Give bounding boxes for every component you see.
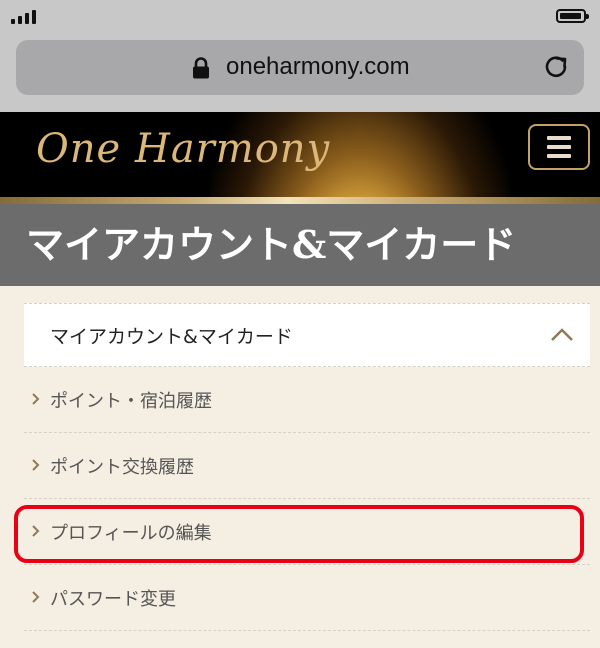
site-logo[interactable]: One Harmony xyxy=(36,126,330,172)
menu-item-label: ポイント交換履歴 xyxy=(50,457,194,478)
lock-icon xyxy=(193,57,209,79)
page-title-bar: マイアカウント&マイカード xyxy=(0,204,600,286)
browser-address-bar: oneharmony.com xyxy=(0,34,600,112)
battery-icon xyxy=(556,9,589,23)
header-divider xyxy=(0,197,600,204)
chevron-right-icon xyxy=(32,591,40,603)
menu-item-label: パスワード変更 xyxy=(50,589,176,610)
chevron-right-icon xyxy=(32,459,40,471)
chevron-up-icon xyxy=(551,328,573,341)
account-menu: マイアカウント&マイカード ポイント・宿泊履歴 ポイント交換履歴 プロフィールの… xyxy=(24,303,590,631)
status-bar xyxy=(0,0,600,34)
page-title: マイアカウント&マイカード xyxy=(26,222,517,267)
url-text: oneharmony.com xyxy=(226,53,410,80)
menu-item-label: ポイント・宿泊履歴 xyxy=(50,391,212,412)
site-header: One Harmony xyxy=(0,112,600,197)
menu-item-change-password[interactable]: パスワード変更 xyxy=(24,565,590,631)
hamburger-menu-button[interactable] xyxy=(528,124,590,170)
menu-item-point-exchange-history[interactable]: ポイント交換履歴 xyxy=(24,433,590,499)
account-menu-header[interactable]: マイアカウント&マイカード xyxy=(24,303,590,367)
highlight-box xyxy=(14,505,584,563)
reload-icon[interactable] xyxy=(542,53,570,81)
menu-item-point-stay-history[interactable]: ポイント・宿泊履歴 xyxy=(24,367,590,433)
url-field[interactable]: oneharmony.com xyxy=(16,40,584,95)
chevron-right-icon xyxy=(32,393,40,405)
account-menu-header-label: マイアカウント&マイカード xyxy=(50,326,293,348)
signal-strength-icon xyxy=(11,8,36,24)
